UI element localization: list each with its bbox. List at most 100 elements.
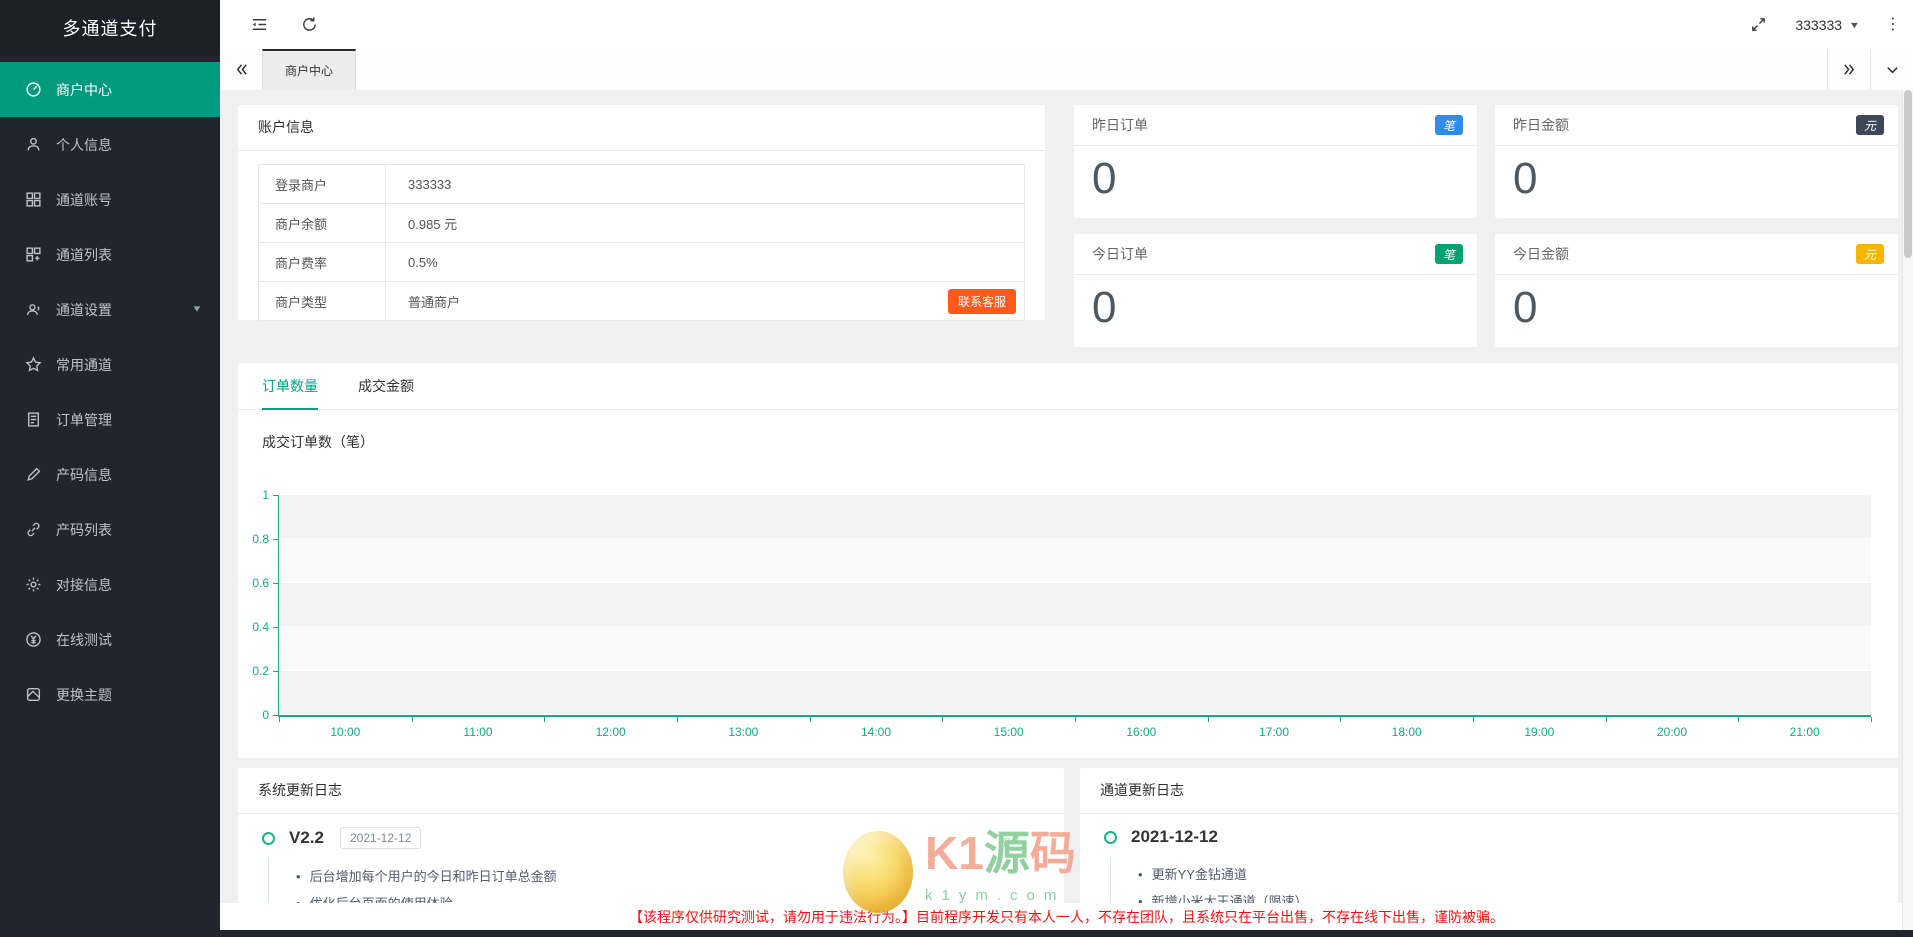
tabs-scroll-left-icon[interactable] [220,49,262,90]
x-axis-tick [1075,717,1076,722]
x-axis-tick [942,717,944,722]
account-table: 登录商户 333333 商户余额 0.985 元商户费率 0.5% 商户类型 普通商户 联系客… [258,164,1025,321]
timeline-date-badge: 2021-12-12 [339,827,422,849]
document-icon [24,411,42,429]
account-row-value: 0.985 元 [408,216,458,232]
sidebar-item-label: 订单管理 [56,411,112,428]
star-icon [24,356,42,374]
x-axis-tick [677,717,678,722]
stat-card-3: 今日金额 元 0 [1495,234,1898,347]
sidebar-item-8[interactable]: 产码列表 [0,502,220,557]
plot-band [279,583,1871,627]
stat-card-badge: 笔 [1435,115,1463,135]
chart-tab-0[interactable]: 订单数量 [262,363,318,410]
refresh-icon[interactable] [298,14,320,36]
x-axis-tick [1605,717,1607,722]
user-dropdown[interactable]: 333333 ▼ [1795,17,1861,33]
timeline-dot-icon [262,831,275,845]
stat-card-title: 昨日金额 [1513,117,1569,133]
chart-tab-1[interactable]: 成交金额 [358,363,414,410]
x-axis-label: 10:00 [330,725,361,739]
timeline-item: 更新YY金钻通道 [1138,861,1874,888]
sidebar-item-9[interactable]: 对接信息 [0,557,220,612]
sidebar-menu: 商户中心个人信息通道账号通道列表 通道设置 ▼ 常用通道订单管理产码信息产码列表对接信… [0,62,220,722]
user-icon [24,136,42,154]
fullscreen-icon[interactable] [1747,14,1769,36]
account-row-label: 登录商户 [259,165,386,203]
timeline-item: 新增小米大王通道（限速） [1138,888,1874,903]
y-axis-tick [273,627,278,628]
stat-card-value: 0 [1513,154,1538,203]
tabs-menu-chevron-icon[interactable] [1870,49,1913,90]
plot-band [279,495,1871,539]
sidebar-item-7[interactable]: 产码信息 [0,447,220,502]
x-axis-tick [1207,717,1209,722]
x-axis-label: 13:00 [728,725,759,739]
link-icon [24,521,42,539]
timeline-line [268,858,269,903]
app-title: 多通道支付 [0,0,220,56]
menu-fold-icon[interactable] [248,14,270,36]
stat-card-1: 昨日金额 元 0 [1495,105,1898,218]
sidebar-item-4[interactable]: 通道设置 ▼ [0,282,220,337]
x-axis-tick [411,717,413,722]
x-axis-tick [544,717,546,722]
contact-support-button[interactable]: 联系客服 [947,289,1016,314]
stat-card-0: 昨日订单 笔 0 [1074,105,1477,218]
timeline-head-row: 2021-12-12 [1104,827,1874,847]
y-axis-label: 1 [262,488,269,502]
x-axis-tick [1473,717,1474,722]
stat-card-badge: 笔 [1435,244,1463,264]
caret-down-icon: ▼ [1848,19,1861,30]
tabs-scroll-right-icon[interactable] [1827,49,1870,90]
sidebar-item-11[interactable]: 更换主题 [0,667,220,722]
x-axis-label: 18:00 [1391,725,1422,739]
plot-band [279,671,1871,715]
more-vertical-icon[interactable]: ⋮ [1885,16,1901,32]
timeline-line [1110,858,1111,903]
sidebar-item-1[interactable]: 个人信息 [0,117,220,172]
sidebar-item-label: 通道账号 [56,191,112,208]
y-axis-tick [273,495,278,496]
sidebar-item-3[interactable]: 通道列表 [0,227,220,282]
account-row-value: 0.5% [408,254,438,270]
y-axis-tick [273,583,278,584]
y-axis-tick [273,715,278,716]
stat-card-header: 今日订单 笔 [1074,234,1477,275]
plot-band [279,627,1871,671]
page-scrollbar[interactable] [1902,90,1913,930]
y-axis-label: 0.6 [252,576,269,590]
account-row-2: 商户费率 0.5% [259,243,1024,282]
timeline-dot-icon [1104,830,1117,844]
stat-card-header: 今日金额 元 [1495,234,1898,275]
blocks-icon [24,246,42,264]
channel-log-timeline: 2021-12-12 更新YY金钻通道新增小米大王通道（限速） [1080,814,1898,903]
sidebar-item-2[interactable]: 通道账号 [0,172,220,227]
sidebar: 多通道支付 商户中心个人信息通道账号通道列表 通道设置 ▼ 常用通道订单管理产码信息产… [0,0,220,930]
sidebar-item-label: 在线测试 [56,631,112,648]
sidebar-item-label: 常用通道 [56,356,112,373]
main-content: 账户信息 登录商户 333333 商户余额 0.985 元商户费率 0.5% 商户类型 普通… [220,90,1903,903]
sidebar-item-0[interactable]: 商户中心 [0,62,220,117]
stat-card-badge: 元 [1856,244,1884,264]
scrollbar-thumb[interactable] [1904,90,1912,258]
tab-merchant-center[interactable]: 商户中心 [262,49,357,90]
timeline-head: V2.2 [289,828,324,847]
sidebar-item-label: 产码列表 [56,521,112,538]
account-row-0: 登录商户 333333 [259,165,1024,204]
x-axis-tick [1871,717,1872,722]
sidebar-item-label: 对接信息 [56,576,112,593]
sidebar-item-label: 个人信息 [56,136,112,153]
sidebar-item-5[interactable]: 常用通道 [0,337,220,392]
account-row-value: 333333 [408,176,452,192]
account-card-title: 账户信息 [238,105,1045,151]
sidebar-item-10[interactable]: 在线测试 [0,612,220,667]
stat-card-value: 0 [1092,154,1117,203]
x-axis-label: 12:00 [595,725,626,739]
stat-card-header: 昨日金额 元 [1495,105,1898,146]
channel-log-title: 通道更新日志 [1080,768,1898,814]
account-info-card: 账户信息 登录商户 333333 商户余额 0.985 元商户费率 0.5% 商户类型 普通… [238,105,1045,321]
sidebar-item-6[interactable]: 订单管理 [0,392,220,447]
gear-icon [24,576,42,594]
stat-card-value: 0 [1092,283,1117,332]
